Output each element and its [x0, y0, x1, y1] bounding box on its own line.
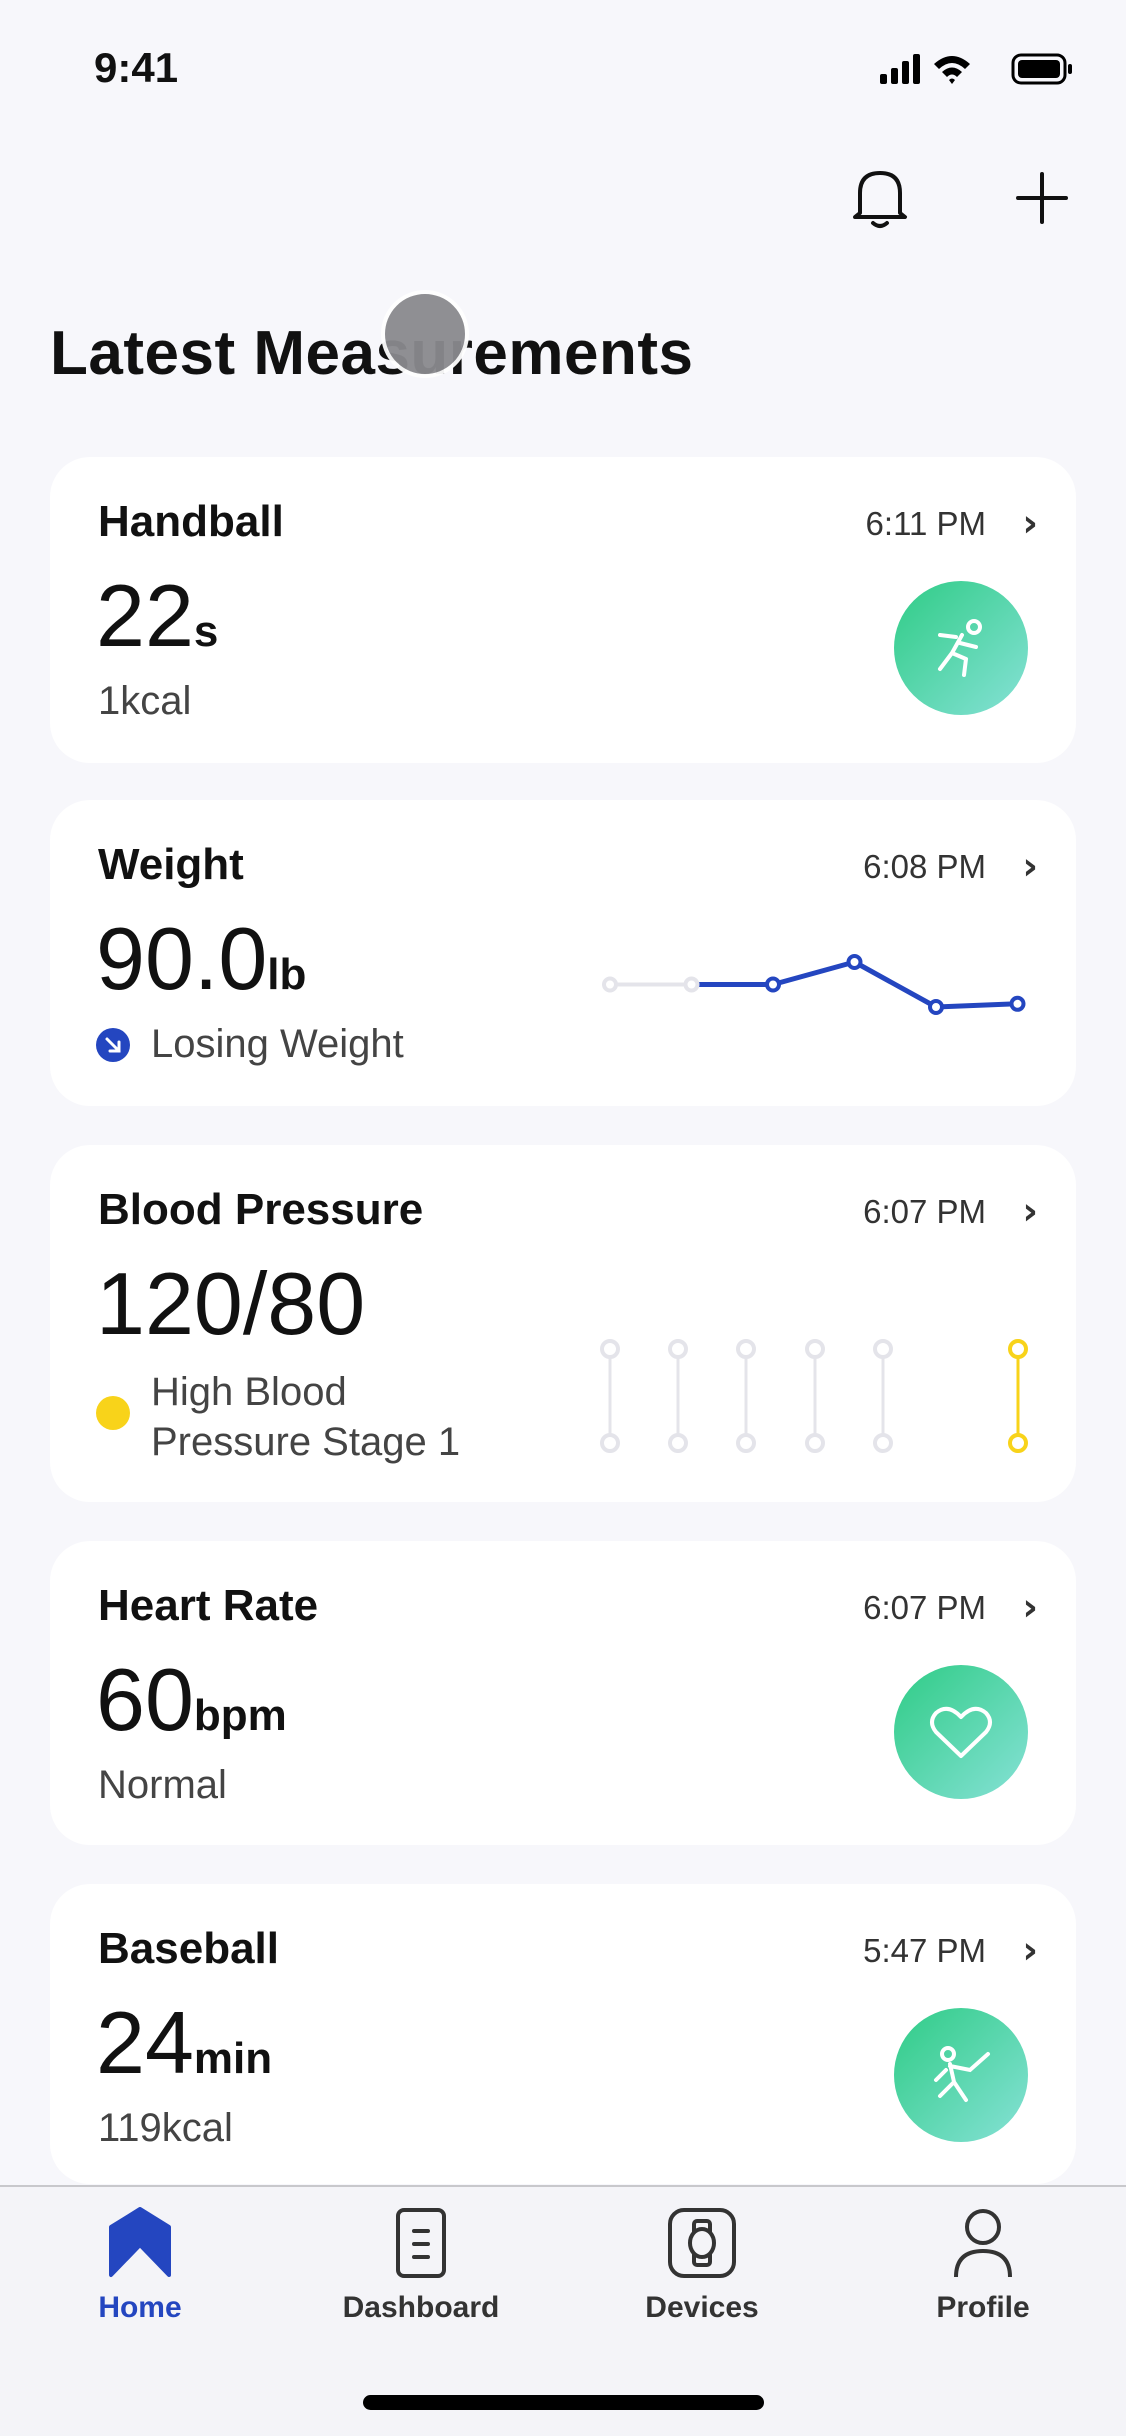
card-sub: 1kcal — [98, 679, 192, 723]
trend-down-icon — [96, 1028, 130, 1062]
card-title: Weight — [98, 840, 244, 889]
trend-point — [846, 954, 863, 970]
card-value: 60bpm — [96, 1649, 287, 1751]
card-value: 90.0lb — [96, 908, 306, 1010]
chevron-right-icon: › — [1022, 1189, 1038, 1233]
value-number: 60 — [96, 1650, 194, 1749]
page-title: Latest Measurements — [50, 319, 694, 388]
heart-icon — [894, 1665, 1028, 1799]
card-title: Handball — [98, 497, 284, 546]
card-value: 120/80 — [96, 1253, 365, 1355]
card-sub: 119kcal — [98, 2106, 233, 2150]
card-time: 6:07 PM — [863, 1193, 986, 1230]
tab-home[interactable]: Home — [40, 2207, 240, 2325]
trend-segment — [935, 1001, 1018, 1010]
value-unit: min — [193, 2034, 273, 2083]
reading-diastolic — [1008, 1433, 1028, 1453]
card-title: Blood Pressure — [98, 1185, 424, 1234]
sub-line: Pressure Stage 1 — [151, 1420, 461, 1464]
chevron-right-icon: › — [1022, 1585, 1038, 1629]
card-time: 6:07 PM — [863, 1589, 986, 1626]
reading-diastolic — [668, 1433, 688, 1453]
chevron-right-icon: › — [1022, 1928, 1038, 1972]
reading-systolic — [873, 1339, 893, 1359]
chevron-right-icon: › — [1022, 844, 1038, 888]
handball-icon — [894, 581, 1028, 715]
tab-label: Devices — [645, 2291, 759, 2324]
trend-point — [765, 976, 781, 993]
reading-diastolic — [873, 1433, 893, 1453]
weight-trend-chart — [602, 954, 1026, 1015]
value-unit: s — [193, 607, 219, 656]
trend-segment — [772, 959, 856, 987]
card-blood-pressure[interactable]: Blood Pressure 6:07 PM › 120/80 High Blo… — [50, 1145, 1076, 1502]
card-sub: Normal — [98, 1763, 227, 1807]
sub-line: High Blood — [151, 1370, 347, 1414]
tab-label: Home — [98, 2291, 182, 2324]
value-number: 120/80 — [96, 1254, 366, 1353]
card-heart-rate[interactable]: Heart Rate 6:07 PM › 60bpm Normal — [50, 1541, 1076, 1845]
card-title: Heart Rate — [98, 1581, 319, 1630]
card-sub: Losing Weight — [151, 1022, 404, 1066]
trend-segment — [853, 959, 938, 1010]
card-value: 24min — [96, 1992, 272, 2094]
card-time: 5:47 PM — [863, 1932, 986, 1969]
tab-label: Dashboard — [342, 2291, 500, 2324]
watch-icon — [668, 2208, 736, 2278]
notifications-button[interactable] — [850, 165, 910, 231]
reading-diastolic — [736, 1433, 756, 1453]
tab-devices[interactable]: Devices — [602, 2207, 802, 2325]
touch-indicator — [381, 290, 469, 378]
card-sub: High Blood Pressure Stage 1 — [151, 1367, 460, 1467]
trend-point — [602, 976, 618, 993]
card-weight[interactable]: Weight 6:08 PM › 90.0lb Losing Weight — [50, 800, 1076, 1106]
value-unit: bpm — [193, 1691, 287, 1740]
blood-pressure-chart — [600, 1339, 1028, 1453]
baseball-icon — [894, 2008, 1028, 2142]
status-dot — [96, 1396, 130, 1430]
value-unit: lb — [267, 950, 307, 999]
reading-systolic — [805, 1339, 825, 1359]
reading-systolic — [1008, 1339, 1028, 1359]
value-number: 22 — [96, 566, 194, 665]
dashboard-icon — [396, 2208, 446, 2278]
reading-diastolic — [805, 1433, 825, 1453]
status-icons — [878, 50, 1082, 88]
trend-point — [1009, 995, 1026, 1012]
card-handball[interactable]: Handball 6:11 PM › 22s 1kcal — [50, 457, 1076, 763]
card-value: 22s — [96, 565, 218, 667]
plus-icon — [1016, 172, 1068, 224]
signal-wifi-battery-icon — [880, 53, 1072, 85]
trend-point — [928, 999, 944, 1015]
status-time: 9:41 — [94, 44, 179, 91]
reading-systolic — [736, 1339, 756, 1359]
card-baseball[interactable]: Baseball 5:47 PM › 24min 119kcal — [50, 1884, 1076, 2184]
tab-dashboard[interactable]: Dashboard — [321, 2207, 521, 2325]
card-time: 6:08 PM — [863, 848, 986, 885]
tab-label: Profile — [936, 2291, 1030, 2324]
card-time: 6:11 PM — [865, 505, 986, 542]
chevron-right-icon: › — [1022, 501, 1038, 545]
profile-icon — [954, 2209, 1012, 2278]
tab-profile[interactable]: Profile — [883, 2207, 1083, 2325]
card-title: Baseball — [98, 1924, 279, 1973]
add-button[interactable] — [1016, 172, 1068, 224]
reading-systolic — [668, 1339, 688, 1359]
reading-systolic — [600, 1339, 620, 1359]
value-number: 90.0 — [96, 909, 268, 1008]
home-icon — [109, 2207, 171, 2277]
value-number: 24 — [96, 1993, 194, 2092]
trend-point — [683, 976, 700, 993]
reading-diastolic — [600, 1433, 620, 1453]
home-indicator — [363, 2395, 764, 2410]
bell-icon — [853, 171, 907, 228]
